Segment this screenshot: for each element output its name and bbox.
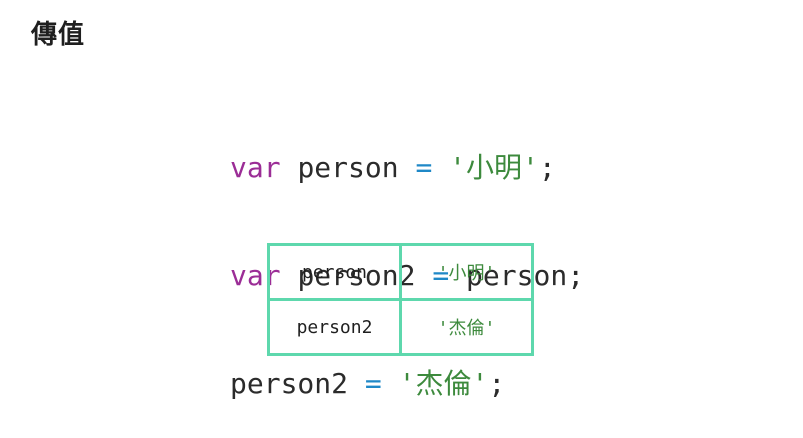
code-line-3: person2 = '杰倫';: [230, 366, 584, 402]
table-row: person2 '杰倫': [267, 298, 534, 356]
string-literal: '杰倫': [398, 367, 489, 400]
semicolon: ;: [567, 259, 585, 292]
variable-value-cell: '杰倫': [399, 298, 534, 356]
memory-table: person '小明' person2 '杰倫': [267, 243, 534, 356]
variable-name-cell: person: [267, 243, 402, 301]
assign-operator: =: [364, 367, 382, 400]
keyword-var: var: [230, 151, 281, 184]
identifier: person: [297, 151, 399, 184]
table-row: person '小明': [267, 243, 534, 301]
string-literal: '小明': [449, 151, 539, 184]
variable-name-cell: person2: [267, 298, 402, 356]
assign-operator: =: [415, 151, 433, 184]
identifier: person2: [230, 367, 349, 400]
semicolon: ;: [538, 151, 556, 184]
code-line-1: var person = '小明';: [230, 150, 584, 186]
variable-value-cell: '小明': [399, 243, 534, 301]
page-title: 傳值: [31, 20, 86, 50]
semicolon: ;: [488, 367, 506, 400]
